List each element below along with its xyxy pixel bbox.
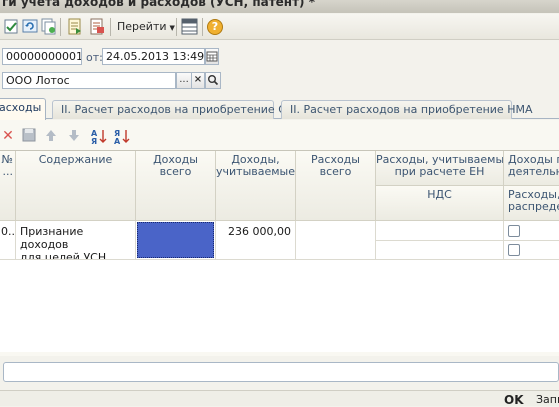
document-journal-icon[interactable] (66, 18, 83, 35)
window-title: ги учета доходов и расходов (УСН, патент… (2, 0, 315, 9)
column-header-vat[interactable]: НДС (376, 186, 504, 221)
ok-button[interactable]: OK (504, 393, 524, 407)
toolbar-separator (110, 18, 111, 36)
comment-field[interactable] (3, 362, 559, 382)
svg-text:Я: Я (91, 137, 97, 144)
table-layout-icon[interactable] (181, 18, 198, 35)
toolbar-separator (60, 18, 61, 36)
cell-income-activity (504, 221, 559, 241)
tab-fixed-assets-expenses[interactable]: II. Расчет расходов на приобретение ОС (52, 100, 295, 119)
calendar-icon[interactable] (205, 48, 219, 65)
cell-expense-distribution (504, 241, 559, 260)
cell-content-line1: Признание доходов (20, 225, 84, 251)
sort-desc-icon[interactable]: ЯA (114, 128, 130, 146)
column-header-number-more: ... (2, 165, 14, 178)
column-header-expense-total-line2: всего (319, 165, 352, 178)
cell-expense-en[interactable] (376, 221, 504, 241)
chevron-down-icon: ▼ (169, 24, 175, 32)
column-header-income-total[interactable]: Доходы всего (136, 151, 216, 221)
help-icon[interactable]: ? (207, 19, 223, 35)
column-header-expense-distribution[interactable]: Расходы, н распредел (504, 186, 559, 221)
toolbar-separator (202, 18, 203, 36)
date-label: от: (86, 51, 103, 64)
form-toolbar: Перейти ▼ ? (0, 14, 559, 40)
tab-income-expenses[interactable]: асходы (0, 98, 46, 120)
column-header-expense-en[interactable]: Расходы, учитываемые при расчете ЕН (376, 151, 504, 186)
income-activity-checkbox[interactable] (508, 225, 520, 237)
svg-text:A: A (114, 137, 121, 144)
search-icon[interactable] (205, 72, 221, 89)
cell-income-counted[interactable]: 236 000,00 (216, 221, 296, 260)
delete-row-icon[interactable]: ✕ (0, 128, 16, 144)
goto-menu-button[interactable]: Перейти ▼ (113, 18, 179, 36)
clear-organization-button[interactable]: × (191, 72, 205, 89)
column-header-expense-en-line2: при расчете ЕН (394, 165, 485, 178)
column-header-income-counted-line2: учитываемые (216, 165, 295, 178)
window-title-bar: ги учета доходов и расходов (УСН, патент… (0, 0, 559, 13)
column-header-expense-distribution-line2: распредел (508, 200, 559, 213)
column-header-content[interactable]: Содержание (16, 151, 136, 221)
tab-intangible-assets-expenses[interactable]: II. Расчет расходов на приобретение НМА (281, 100, 532, 119)
refresh-icon[interactable] (22, 18, 39, 35)
document-number-field[interactable]: 00000000001 (2, 48, 82, 65)
cell-income-total-selection (137, 222, 214, 258)
column-header-expense-total[interactable]: Расходы всего (296, 151, 376, 221)
copy-document-icon[interactable] (40, 18, 57, 35)
cell-content[interactable]: Признание доходов для целей УСН (16, 221, 136, 260)
print-document-icon[interactable] (88, 18, 105, 35)
column-header-income-activity[interactable]: Доходы по деятельно (504, 151, 559, 186)
sort-asc-icon[interactable]: AЯ (91, 128, 107, 146)
cell-content-line2: для целей УСН (20, 251, 107, 260)
move-up-icon[interactable] (43, 128, 59, 144)
goto-menu-label: Перейти (117, 20, 167, 33)
form-footer: OK Запи (0, 390, 559, 407)
post-document-icon[interactable] (3, 18, 20, 35)
column-header-income-counted[interactable]: Доходы, учитываемые (216, 151, 296, 221)
cell-income-total[interactable] (136, 221, 216, 260)
document-date-field[interactable]: 24.05.2013 13:49:56 (102, 48, 205, 65)
organization-field[interactable]: ООО Лотос (2, 72, 176, 89)
save-row-icon[interactable] (21, 128, 37, 144)
cell-vat[interactable] (376, 241, 504, 260)
column-header-number[interactable]: № ... (0, 151, 16, 221)
select-organization-button[interactable]: ... (176, 72, 192, 89)
cell-expense-total[interactable] (296, 221, 376, 260)
move-down-icon[interactable] (66, 128, 82, 144)
cell-row-number[interactable]: 0... (0, 221, 16, 260)
expense-distribution-checkbox[interactable] (508, 244, 520, 256)
column-header-income-total-line2: всего (159, 165, 192, 178)
toolbar-separator (176, 18, 177, 36)
save-button[interactable]: Запи (536, 393, 559, 406)
column-header-income-activity-line2: деятельно (508, 165, 559, 178)
